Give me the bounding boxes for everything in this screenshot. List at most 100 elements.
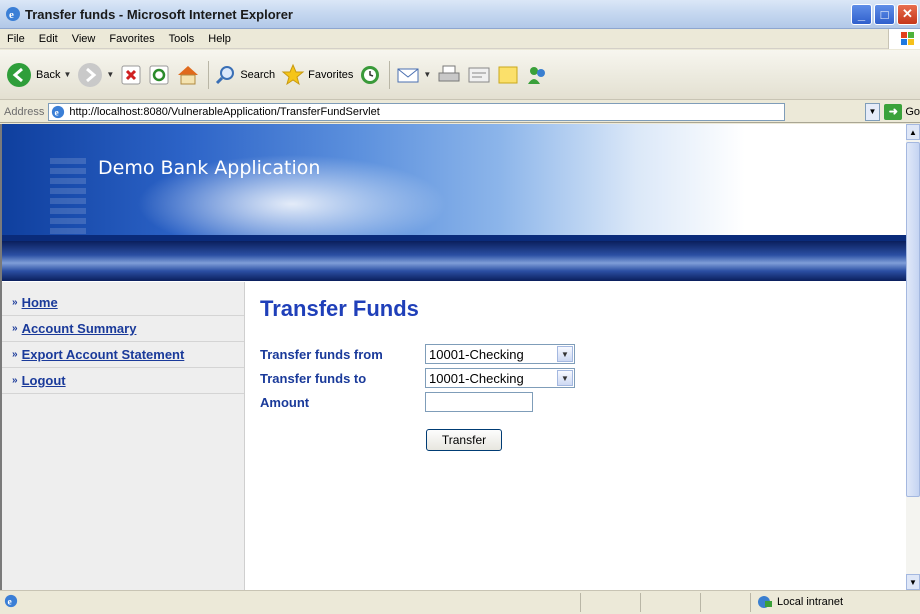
favorites-label: Favorites [308,68,354,81]
sidebar-item-export-account-statement[interactable]: » Export Account Statement [2,342,244,368]
search-icon [215,64,237,86]
chevron-down-icon[interactable]: ▼ [423,70,431,79]
main-content: Transfer Funds Transfer funds from 10001… [260,282,900,582]
back-button[interactable]: Back ▼ [6,62,71,88]
go-button[interactable]: ➜ Go [884,103,920,120]
home-icon [176,64,200,86]
scroll-down-icon[interactable]: ▼ [906,574,920,590]
go-arrow-icon: ➜ [884,103,903,120]
title-bar: e Transfer funds - Microsoft Internet Ex… [0,0,920,29]
from-account-select[interactable]: 10001-Checking ▼ [425,344,575,364]
history-button[interactable] [359,64,381,86]
print-icon [437,64,461,86]
from-label: Transfer funds from [260,346,383,362]
back-arrow-icon [6,62,32,88]
intranet-icon [758,596,772,608]
windows-logo-icon [888,29,920,49]
sidebar-item-home[interactable]: » Home [2,290,244,316]
messenger-icon [525,64,549,86]
stop-icon [120,64,142,86]
address-label: Address [4,105,45,118]
security-zone-label: Local intranet [777,596,844,608]
sidebar-item-logout[interactable]: » Logout [2,368,244,394]
banner-band [2,241,906,281]
back-label: Back [36,68,61,81]
from-account-value: 10001-Checking [429,346,524,362]
maximize-button[interactable]: □ [874,3,895,25]
banner-title: Demo Bank Application [98,157,321,179]
menu-tools[interactable]: Tools [162,33,202,45]
edit-button[interactable] [467,64,491,86]
refresh-icon [148,64,170,86]
chevron-down-icon[interactable]: ▼ [557,370,573,386]
scroll-up-icon[interactable]: ▲ [906,124,920,140]
ie-icon: e [6,7,20,21]
status-divider [640,593,641,612]
chevron-down-icon[interactable]: ▼ [106,70,114,79]
favorites-button[interactable]: Favorites [281,63,353,87]
chevron-down-icon[interactable]: ▼ [63,70,71,79]
status-divider [700,593,701,612]
forward-arrow-icon [77,62,103,88]
page-viewport: Demo Bank Application » Home » Account S… [0,124,906,590]
to-account-value: 10001-Checking [429,370,524,386]
close-button[interactable]: ✕ [897,3,918,25]
edit-page-icon [467,64,491,86]
sidebar-item-label: Logout [21,373,66,388]
sidebar-item-account-summary[interactable]: » Account Summary [2,316,244,342]
search-label: Search [240,68,276,81]
transfer-button[interactable]: Transfer [426,429,502,451]
status-divider [580,593,581,612]
amount-label: Amount [260,394,310,410]
stop-button[interactable] [120,64,142,86]
print-button[interactable] [437,64,461,86]
forward-button[interactable]: ▼ [77,62,114,88]
toolbar-separator [208,60,210,89]
vertical-scrollbar[interactable]: ▲ ▼ [906,124,920,590]
to-row: Transfer funds to 10001-Checking ▼ [260,368,575,388]
sidebar: » Home » Account Summary » Export Accoun… [2,282,245,590]
page-title: Transfer Funds [260,296,419,321]
menu-favorites[interactable]: Favorites [102,33,161,45]
note-icon [497,64,519,86]
bullet-icon: » [12,349,18,360]
minimize-button[interactable]: _ [851,3,872,25]
sidebar-item-label: Account Summary [21,321,137,336]
toolbar: Back ▼ ▼ Search Favorites ▼ [0,50,920,100]
svg-text:e: e [55,107,60,118]
search-button[interactable]: Search [215,64,275,86]
amount-input[interactable] [425,392,533,412]
bullet-icon: » [12,297,18,308]
go-label: Go [905,105,920,118]
home-button[interactable] [176,64,200,86]
menu-edit[interactable]: Edit [32,33,65,45]
svg-text:e: e [8,597,13,608]
address-dropdown-button[interactable]: ▼ [864,102,881,121]
scroll-thumb[interactable] [906,142,920,497]
sidebar-item-label: Home [21,295,58,310]
menu-help[interactable]: Help [201,33,238,45]
menu-view[interactable]: View [65,33,103,45]
favorites-star-icon [281,63,305,87]
chevron-down-icon[interactable]: ▼ [557,346,573,362]
bullet-icon: » [12,375,18,386]
banner: Demo Bank Application [2,124,906,241]
address-input[interactable]: e http://localhost:8080/VulnerableApplic… [48,102,785,121]
refresh-button[interactable] [148,64,170,86]
amount-row: Amount [260,392,533,412]
discuss-button[interactable] [497,64,519,86]
mail-button[interactable]: ▼ [396,65,431,85]
menu-file[interactable]: File [0,33,32,45]
security-zone: Local intranet [757,595,843,609]
messenger-button[interactable] [525,64,549,86]
page-status-icon: e [4,594,18,611]
banner-decoration [50,154,86,234]
to-label: Transfer funds to [260,370,367,386]
history-icon [359,64,381,86]
status-divider [750,593,751,612]
bullet-icon: » [12,323,18,334]
window-title: Transfer funds - Microsoft Internet Expl… [25,6,293,22]
to-account-select[interactable]: 10001-Checking ▼ [425,368,575,388]
address-url: http://localhost:8080/VulnerableApplicat… [69,105,380,118]
status-bar: e Local intranet [0,590,920,614]
